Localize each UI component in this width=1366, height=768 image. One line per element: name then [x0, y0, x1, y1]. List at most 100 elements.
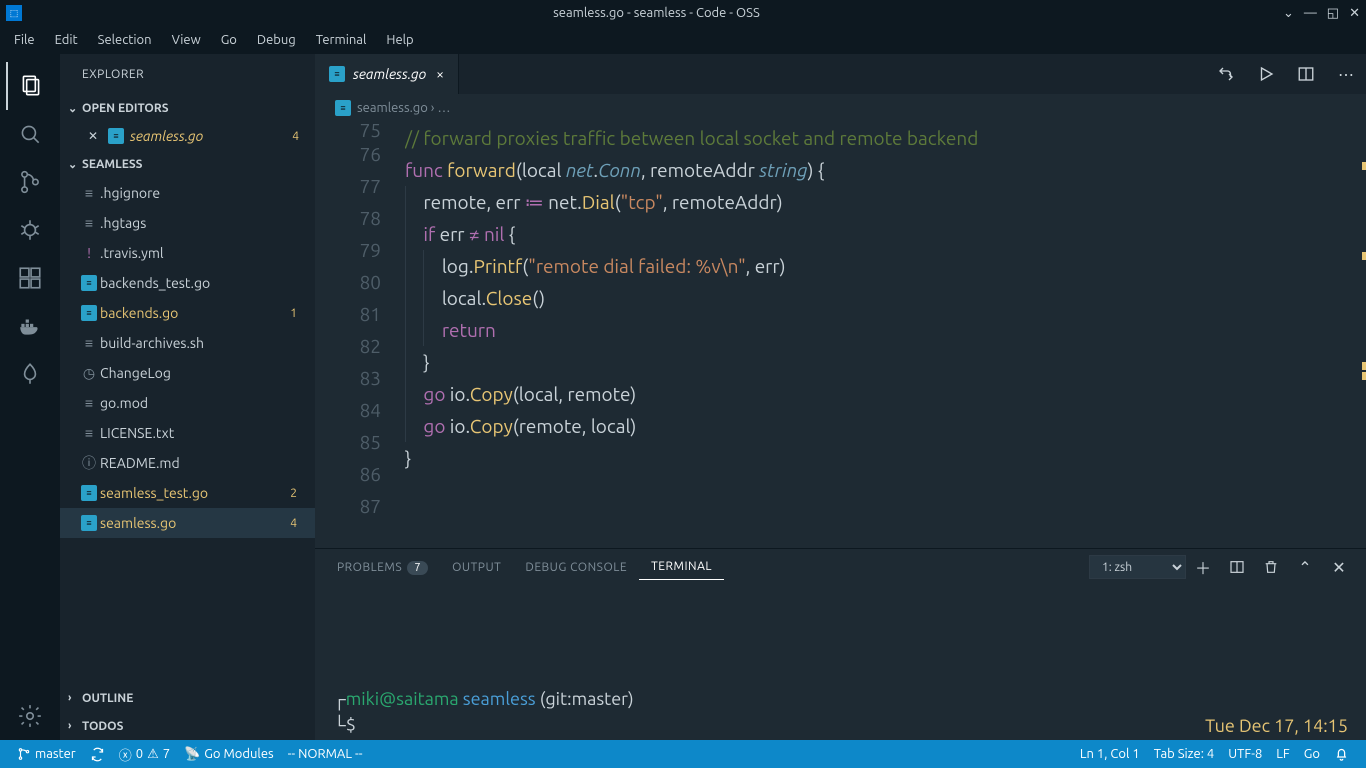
go-file-icon: ≡ — [81, 275, 97, 291]
open-editors-section[interactable]: ⌄OPEN EDITORS — [60, 94, 315, 122]
terminal-time: Tue Dec 17, 14:15 — [1205, 716, 1348, 736]
menu-terminal[interactable]: Terminal — [306, 33, 377, 47]
file-item[interactable]: ≡.hgignore — [60, 178, 315, 208]
status-problems[interactable]: ⓧ0 ⚠7 — [112, 745, 177, 764]
terminal-select[interactable]: 1: zsh — [1089, 555, 1186, 579]
code-content[interactable]: // forward proxies traffic between local… — [405, 122, 1348, 548]
outline-section[interactable]: ›OUTLINE — [60, 684, 315, 712]
activity-bar — [0, 54, 60, 740]
file-item[interactable]: ≡.hgtags — [60, 208, 315, 238]
app-icon: ⬚ — [6, 5, 22, 21]
file-icon: ≡ — [78, 215, 100, 231]
file-item[interactable]: ≡seamless.go4 — [60, 508, 315, 538]
menu-go[interactable]: Go — [211, 33, 247, 47]
file-item[interactable]: ≡backends_test.go — [60, 268, 315, 298]
maximize-icon[interactable]: ◱ — [1327, 6, 1339, 21]
status-tabsize[interactable]: Tab Size: 4 — [1147, 747, 1222, 761]
file-icon: ⓘ — [78, 453, 100, 473]
menubar: File Edit Selection View Go Debug Termin… — [0, 26, 1366, 54]
status-sync-icon[interactable] — [83, 747, 112, 762]
breadcrumb[interactable]: ≡ seamless.go › … — [315, 94, 1366, 122]
chevron-right-icon: › — [68, 692, 82, 704]
file-item[interactable]: ≡seamless_test.go2 — [60, 478, 315, 508]
chevron-up-icon[interactable]: ⌃ — [1288, 558, 1322, 577]
file-name: .travis.yml — [100, 245, 315, 261]
search-icon[interactable] — [6, 110, 54, 158]
panel-tab-output[interactable]: OUTPUT — [440, 561, 513, 574]
editor-tab[interactable]: ≡ seamless.go × — [315, 54, 459, 94]
split-icon[interactable] — [1286, 54, 1326, 94]
project-section[interactable]: ⌄SEAMLESS — [60, 150, 315, 178]
file-item[interactable]: ◷ChangeLog — [60, 358, 315, 388]
file-name: build-archives.sh — [100, 335, 315, 351]
close-icon[interactable]: × — [436, 66, 444, 82]
status-eol[interactable]: LF — [1269, 747, 1296, 761]
close-icon[interactable]: ✕ — [88, 129, 108, 143]
menu-selection[interactable]: Selection — [88, 33, 162, 47]
menu-view[interactable]: View — [162, 33, 211, 47]
panel-tabs: PROBLEMS 7 OUTPUT DEBUG CONSOLE TERMINAL… — [315, 549, 1366, 585]
file-badge: 2 — [290, 487, 297, 500]
status-position[interactable]: Ln 1, Col 1 — [1073, 747, 1147, 761]
status-lang[interactable]: Go — [1297, 747, 1327, 761]
file-name: LICENSE.txt — [100, 425, 315, 441]
file-name: README.md — [100, 455, 315, 471]
file-name: backends.go — [100, 305, 290, 321]
tree-icon[interactable] — [6, 350, 54, 398]
status-modules[interactable]: 📡 Go Modules — [177, 747, 281, 762]
file-item[interactable]: ≡LICENSE.txt — [60, 418, 315, 448]
menu-edit[interactable]: Edit — [45, 33, 88, 47]
file-icon: ≡ — [78, 185, 100, 201]
file-name: ChangeLog — [100, 365, 315, 381]
file-tree: ≡.hgignore≡.hgtags!.travis.yml≡backends_… — [60, 178, 315, 684]
menu-file[interactable]: File — [4, 33, 45, 47]
new-terminal-icon[interactable]: ＋ — [1186, 555, 1220, 579]
open-editor-item[interactable]: ✕ ≡ seamless.go 4 — [60, 122, 315, 150]
more-icon[interactable]: ⋯ — [1326, 54, 1366, 94]
file-name: seamless_test.go — [100, 485, 290, 501]
trash-icon[interactable] — [1254, 559, 1288, 575]
close-panel-icon[interactable]: ✕ — [1322, 558, 1356, 577]
chevron-down-icon: ⌄ — [68, 158, 82, 171]
minimap[interactable] — [1348, 122, 1366, 548]
status-encoding[interactable]: UTF-8 — [1221, 747, 1269, 761]
panel-tab-terminal[interactable]: TERMINAL — [639, 560, 724, 580]
titlebar: ⬚ seamless.go - seamless - Code - OSS ⌄ … — [0, 0, 1366, 26]
play-icon[interactable] — [1246, 54, 1286, 94]
file-icon: ≡ — [78, 425, 100, 441]
window-title: seamless.go - seamless - Code - OSS — [30, 6, 1283, 20]
file-item[interactable]: ≡go.mod — [60, 388, 315, 418]
line-gutter: 75767778798081828384858687 — [315, 122, 405, 548]
file-item[interactable]: ≡backends.go1 — [60, 298, 315, 328]
bell-icon[interactable] — [1327, 747, 1356, 762]
panel-tab-debug[interactable]: DEBUG CONSOLE — [513, 561, 639, 574]
status-branch[interactable]: master — [10, 747, 83, 761]
minimize-icon[interactable]: — — [1304, 6, 1317, 21]
terminal[interactable]: ┌miki@saitama seamless (git:master) └$ T… — [315, 585, 1366, 740]
code-editor[interactable]: 75767778798081828384858687 // forward pr… — [315, 122, 1366, 548]
file-item[interactable]: !.travis.yml — [60, 238, 315, 268]
file-icon: ≡ — [78, 335, 100, 351]
split-terminal-icon[interactable] — [1220, 559, 1254, 575]
chevron-down-icon[interactable]: ⌄ — [1283, 6, 1294, 21]
go-file-icon: ≡ — [81, 515, 97, 531]
panel-tab-problems[interactable]: PROBLEMS 7 — [325, 561, 440, 574]
docker-icon[interactable] — [6, 302, 54, 350]
editor-group: ≡ seamless.go × ⋯ ≡ seamless.go › … 7576… — [315, 54, 1366, 740]
source-control-icon[interactable] — [6, 158, 54, 206]
go-file-icon: ≡ — [81, 305, 97, 321]
menu-debug[interactable]: Debug — [247, 33, 306, 47]
file-badge: 4 — [290, 517, 297, 530]
gear-icon[interactable] — [6, 692, 54, 740]
todos-section[interactable]: ›TODOS — [60, 712, 315, 740]
menu-help[interactable]: Help — [376, 33, 423, 47]
compare-icon[interactable] — [1206, 54, 1246, 94]
extensions-icon[interactable] — [6, 254, 54, 302]
file-icon: ! — [78, 245, 100, 261]
debug-icon[interactable] — [6, 206, 54, 254]
file-name: .hgignore — [100, 185, 315, 201]
file-item[interactable]: ≡build-archives.sh — [60, 328, 315, 358]
explorer-icon[interactable] — [6, 62, 54, 110]
close-icon[interactable]: ✕ — [1349, 6, 1360, 21]
file-item[interactable]: ⓘREADME.md — [60, 448, 315, 478]
